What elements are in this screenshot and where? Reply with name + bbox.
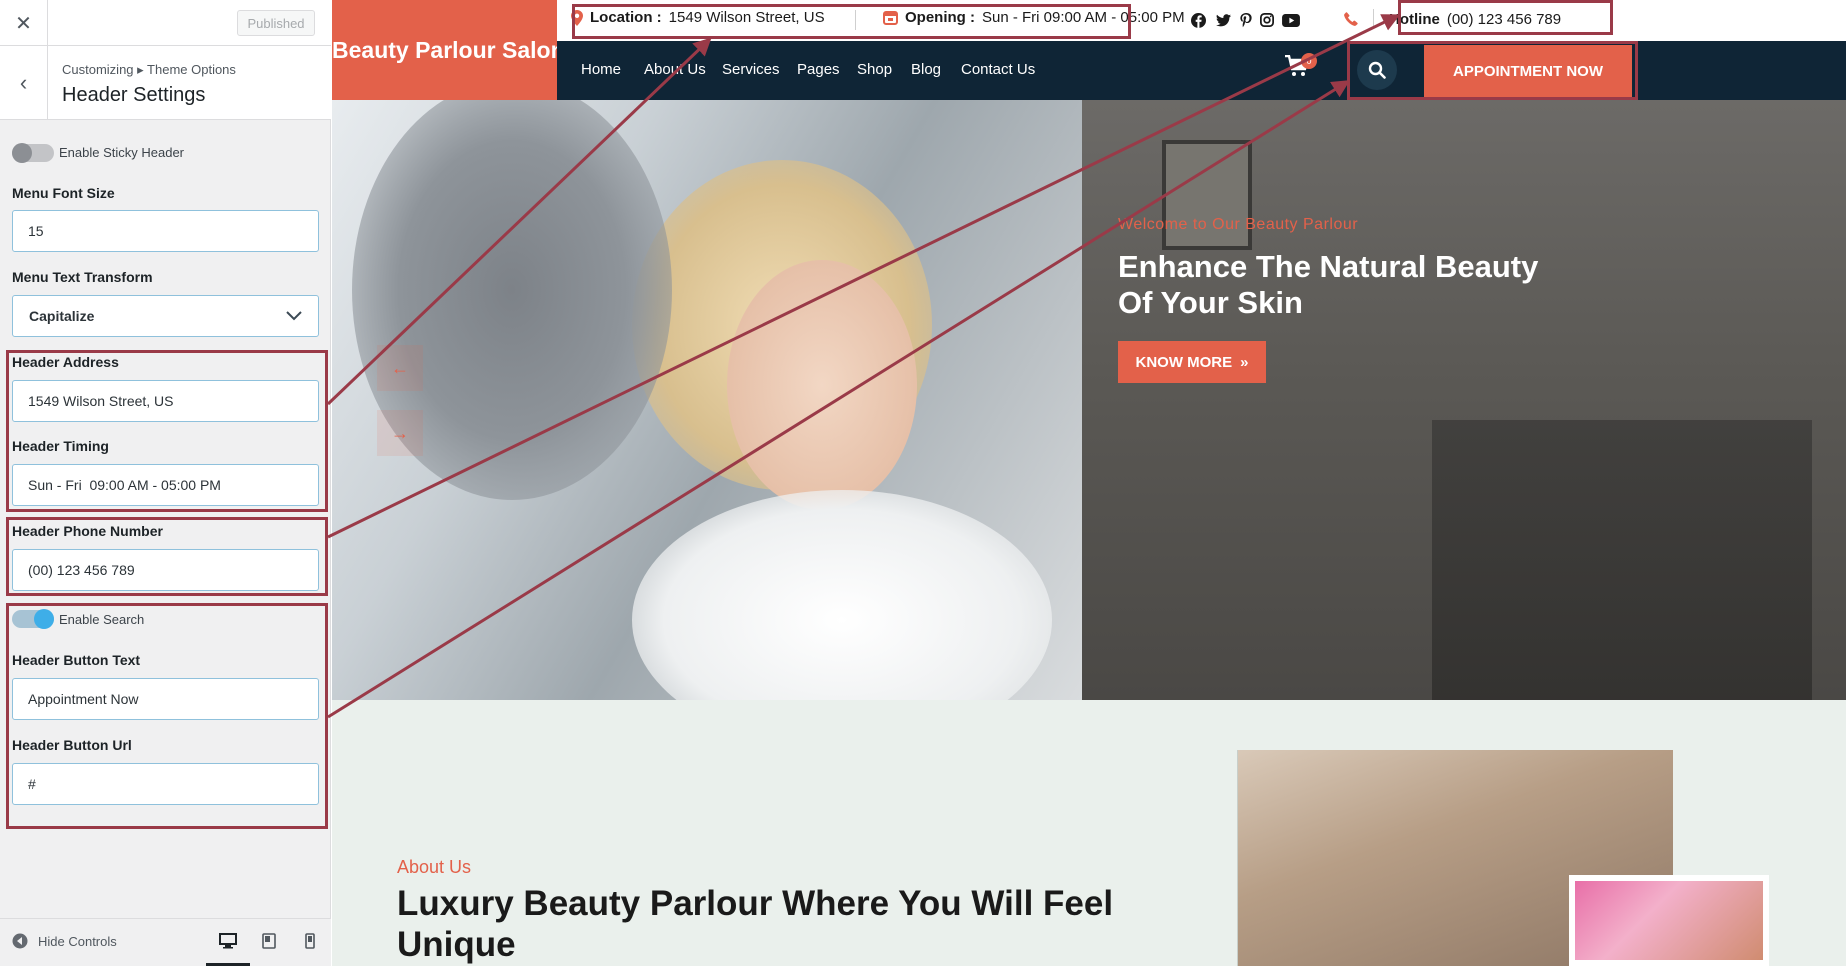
header-address-label: Header Address [12, 354, 119, 370]
youtube-icon[interactable] [1279, 10, 1303, 30]
hero-image-salon-interior [1082, 100, 1846, 700]
about-image-small [1569, 875, 1769, 966]
site-preview: Beauty Parlour Salon Location : 1549 Wil… [332, 0, 1846, 966]
cart-count-badge: 0 [1301, 53, 1317, 69]
search-icon [1368, 61, 1386, 79]
header-phone-input[interactable]: (00) 123 456 789 [12, 549, 319, 591]
hero-robe-shape [632, 490, 1052, 700]
collapse-icon [12, 933, 28, 949]
slider-prev-button[interactable]: ← [377, 345, 423, 391]
search-button[interactable] [1357, 50, 1397, 90]
opening-label: Opening : [905, 9, 975, 26]
hotline-divider [1373, 9, 1374, 29]
nav-item-blog[interactable]: Blog [911, 61, 941, 78]
site-logo[interactable]: Beauty Parlour Salon [332, 0, 565, 100]
location-label: Location : [590, 9, 662, 26]
mobile-preview-button[interactable] [298, 929, 322, 953]
nav-item-services[interactable]: Services [722, 61, 780, 78]
menu-font-size-label: Menu Font Size [12, 185, 115, 201]
header-button-text-input[interactable]: Appointment Now [12, 678, 319, 720]
header-button-url-input[interactable]: # [12, 763, 319, 805]
chevron-down-icon [286, 311, 302, 321]
menu-text-transform-select[interactable]: Capitalize [12, 295, 319, 337]
header-button-url-label: Header Button Url [12, 737, 132, 753]
customizer-top-bar: ✕ Published [0, 0, 331, 46]
desktop-icon [219, 933, 237, 949]
facebook-icon[interactable] [1188, 10, 1208, 30]
back-button[interactable]: ‹ [0, 46, 48, 120]
customizer-footer: Hide Controls [0, 918, 331, 966]
hero-face-shape [727, 260, 917, 510]
twitter-icon[interactable] [1213, 10, 1233, 30]
pinterest-icon[interactable] [1236, 10, 1256, 30]
sticky-header-toggle[interactable] [12, 143, 54, 163]
close-icon: ✕ [15, 12, 32, 35]
menu-text-transform-label: Menu Text Transform [12, 269, 153, 285]
section-header: ‹ Customizing ▸ Theme Options Header Set… [0, 46, 331, 120]
menu-font-size-input[interactable]: 15 [12, 210, 319, 252]
published-button[interactable]: Published [237, 10, 315, 36]
arrow-right-icon: → [391, 422, 409, 443]
top-bar: Location : 1549 Wilson Street, US Openin… [557, 0, 1846, 41]
close-customizer-button[interactable]: ✕ [0, 0, 48, 46]
about-kicker: About Us [397, 857, 472, 877]
hero-image-salon-client [332, 100, 1082, 700]
enable-search-toggle[interactable] [12, 609, 54, 629]
chevron-left-icon: ‹ [19, 70, 28, 95]
know-more-button[interactable]: Know More » [1118, 341, 1266, 383]
customizer-sidebar: ✕ Published ‹ Customizing ▸ Theme Option… [0, 0, 331, 966]
nav-item-about-us[interactable]: About Us [644, 61, 706, 78]
topbar-divider [855, 10, 856, 30]
sticky-header-label: Enable Sticky Header [59, 145, 185, 160]
hotline-value: (00) 123 456 789 [1446, 10, 1562, 28]
topbar-opening: Opening : Sun - Fri 09:00 AM - 05:00 PM [883, 9, 1185, 26]
enable-search-label: Enable Search [59, 612, 145, 627]
breadcrumb: Customizing ▸ Theme Options [62, 62, 236, 77]
opening-value: Sun - Fri 09:00 AM - 05:00 PM [982, 9, 1185, 26]
double-chevron-right-icon: » [1240, 353, 1249, 371]
topbar-hotline: Hotline (00) 123 456 789 [1344, 9, 1561, 29]
header-button-text-label: Header Button Text [12, 652, 141, 668]
select-value: Capitalize [29, 308, 95, 324]
toggle-knob [34, 609, 54, 629]
page-title: Header Settings [62, 84, 206, 106]
header-address-input[interactable]: 1549 Wilson Street, US [12, 380, 319, 422]
hero-slider: ← → [332, 100, 1846, 700]
toggle-knob [12, 143, 32, 163]
arrow-left-icon: ← [391, 357, 409, 378]
about-title: Luxury Beauty Parlour Where You Will Fee… [397, 884, 1114, 964]
nav-item-shop[interactable]: Shop [857, 61, 892, 78]
nav-item-pages[interactable]: Pages [797, 61, 840, 78]
mobile-icon [305, 933, 315, 949]
location-value: 1549 Wilson Street, US [668, 9, 825, 26]
header-phone-label: Header Phone Number [12, 523, 163, 539]
hotline-label: Hotline [1389, 10, 1440, 28]
tablet-icon [262, 933, 276, 949]
header-timing-input[interactable]: Sun - Fri 09:00 AM - 05:00 PM [12, 464, 319, 506]
hero-chairs-shape [1432, 420, 1812, 700]
nav-item-home[interactable]: Home [581, 61, 621, 78]
hide-controls-button[interactable]: Hide Controls [12, 933, 117, 949]
main-navigation: Home About Us Services Pages Shop Blog C… [557, 41, 1846, 100]
map-pin-icon [571, 9, 583, 26]
desktop-preview-button[interactable] [216, 929, 240, 953]
nav-item-contact-us[interactable]: Contact Us [961, 61, 1035, 78]
header-timing-label: Header Timing [12, 438, 109, 454]
instagram-icon[interactable] [1257, 10, 1277, 30]
tablet-preview-button[interactable] [257, 929, 281, 953]
hide-controls-label: Hide Controls [38, 933, 117, 949]
phone-icon [1344, 12, 1358, 26]
know-more-label: Know More [1135, 353, 1233, 371]
about-section: About Us Luxury Beauty Parlour Where You… [332, 700, 1846, 966]
cart-button[interactable]: 0 [1285, 53, 1317, 85]
topbar-location: Location : 1549 Wilson Street, US [571, 9, 825, 26]
hero-title: Enhance The Natural Beauty Of Your Skin [1118, 249, 1539, 320]
appointment-button[interactable]: Appointment Now [1424, 45, 1632, 97]
slider-next-button[interactable]: → [377, 410, 423, 456]
calendar-icon [883, 11, 898, 25]
hero-kicker: Welcome to Our Beauty Parlour [1118, 216, 1359, 233]
